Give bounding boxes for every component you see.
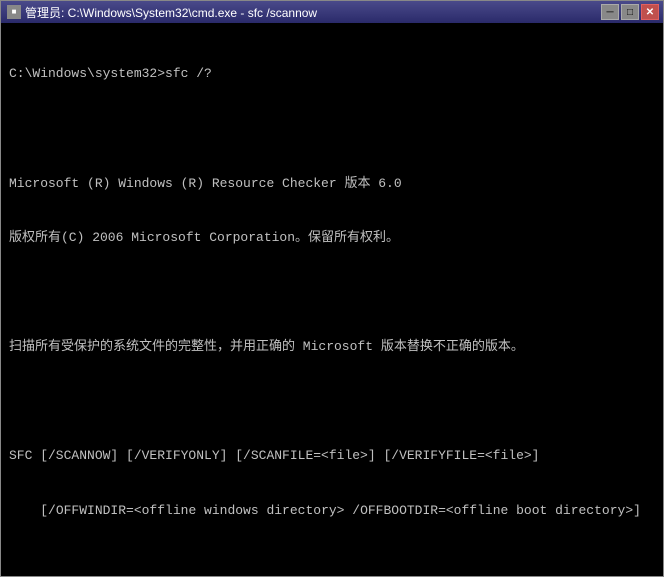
prompt-line-1: C:\Windows\system32>sfc /? <box>9 65 655 83</box>
title-bar-left: ■ 管理员: C:\Windows\System32\cmd.exe - sfc… <box>7 4 317 21</box>
title-bar: ■ 管理员: C:\Windows\System32\cmd.exe - sfc… <box>1 1 663 23</box>
blank-4 <box>9 556 655 574</box>
copyright-line: 版权所有(C) 2006 Microsoft Corporation。保留所有权… <box>9 229 655 247</box>
syntax-line2: [/OFFWINDIR=<offline windows directory> … <box>9 502 655 520</box>
ms-line: Microsoft (R) Windows (R) Resource Check… <box>9 175 655 193</box>
blank-3 <box>9 393 655 411</box>
desc-line: 扫描所有受保护的系统文件的完整性，并用正确的 Microsoft 版本替换不正确… <box>9 338 655 356</box>
blank-1 <box>9 120 655 138</box>
terminal-content: C:\Windows\system32>sfc /? Microsoft (R)… <box>9 29 655 576</box>
cmd-window: ■ 管理员: C:\Windows\System32\cmd.exe - sfc… <box>0 0 664 577</box>
syntax-line1: SFC [/SCANNOW] [/VERIFYONLY] [/SCANFILE=… <box>9 447 655 465</box>
title-controls: ─ □ ✕ <box>601 4 659 20</box>
maximize-button[interactable]: □ <box>621 4 639 20</box>
window-title: 管理员: C:\Windows\System32\cmd.exe - sfc /… <box>25 4 317 21</box>
window-icon: ■ <box>7 5 21 19</box>
minimize-button[interactable]: ─ <box>601 4 619 20</box>
blank-2 <box>9 284 655 302</box>
close-button[interactable]: ✕ <box>641 4 659 20</box>
terminal-body[interactable]: C:\Windows\system32>sfc /? Microsoft (R)… <box>1 23 663 576</box>
